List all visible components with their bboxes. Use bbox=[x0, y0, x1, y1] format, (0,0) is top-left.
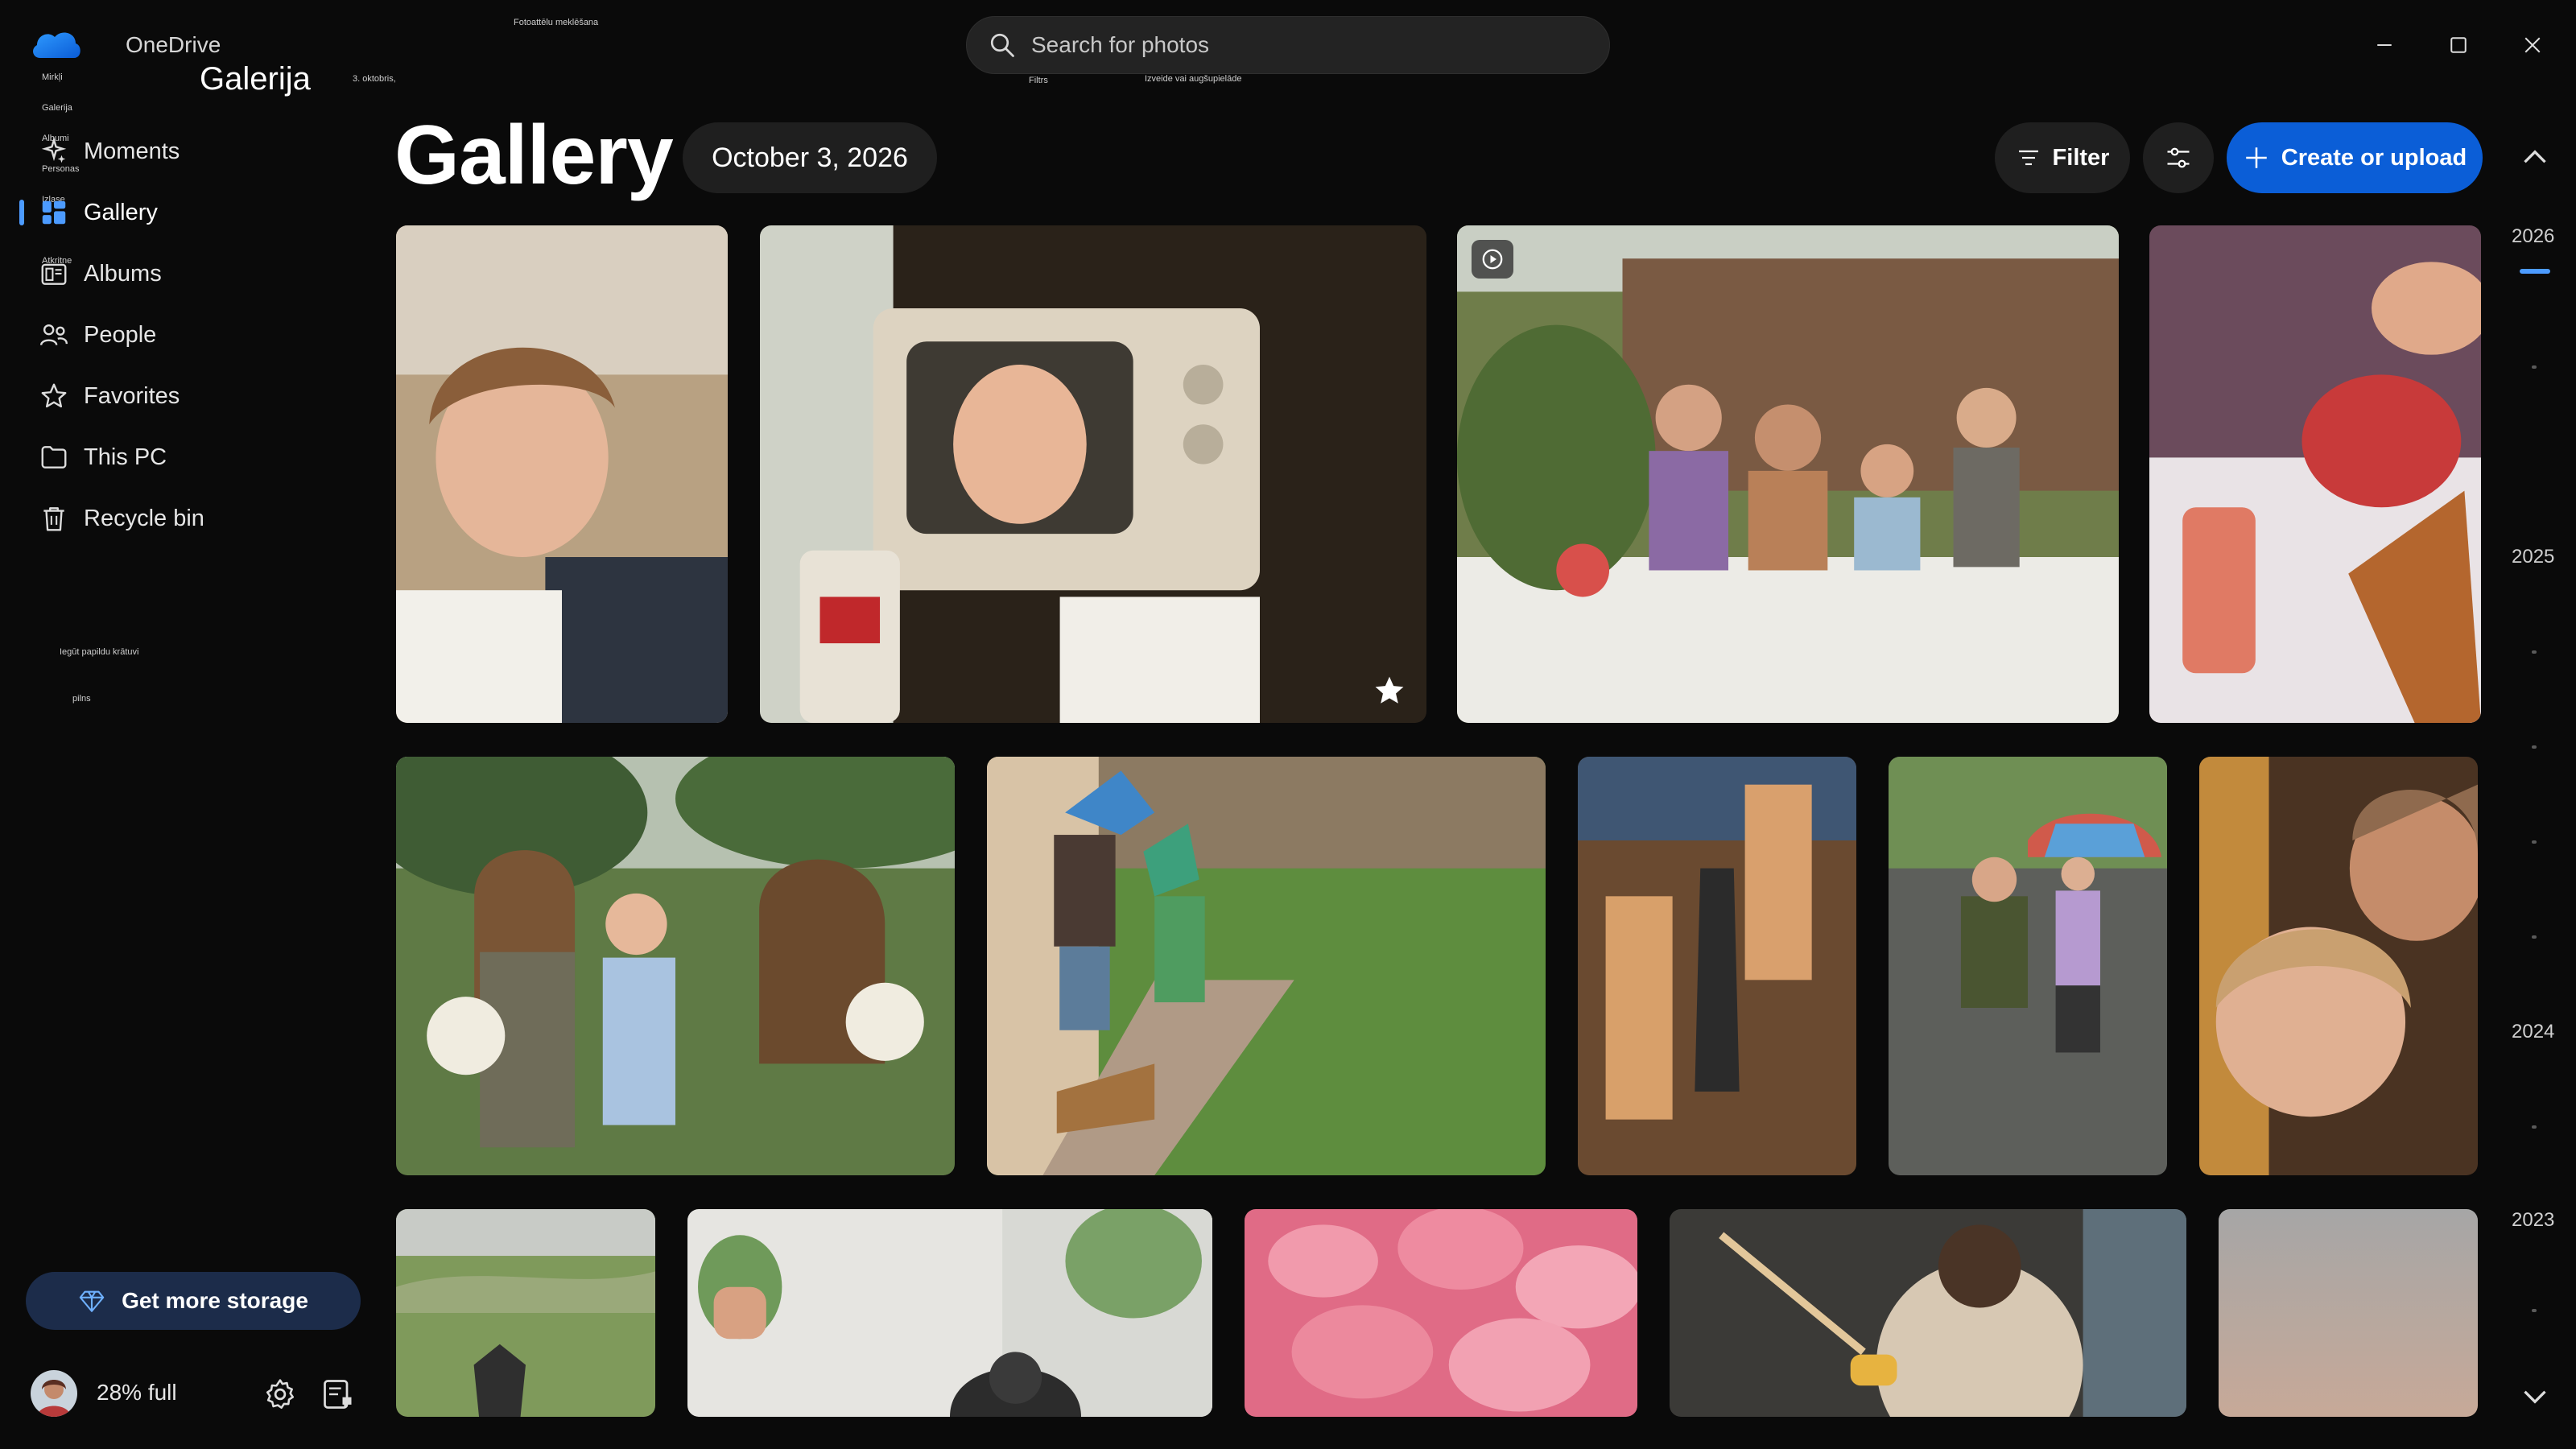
maximize-button[interactable] bbox=[2429, 19, 2487, 71]
timeline-year[interactable]: 2026 bbox=[2512, 225, 2554, 248]
storage-status: 28% full bbox=[97, 1380, 177, 1405]
filter-icon bbox=[2018, 150, 2038, 166]
settings-gear-icon[interactable] bbox=[262, 1377, 298, 1412]
play-icon bbox=[1482, 249, 1503, 270]
get-storage-translation: Iegūt papildu krātuvi bbox=[60, 647, 139, 657]
storage-button-label: Get more storage bbox=[122, 1288, 308, 1313]
photo-tile[interactable] bbox=[396, 225, 728, 723]
sidebar-item-label: People bbox=[84, 321, 157, 348]
sidebar-item-label: Albums bbox=[84, 260, 162, 287]
timeline-dot bbox=[2532, 365, 2537, 369]
page-title: Gallery bbox=[394, 109, 674, 202]
photo-tile[interactable] bbox=[2149, 225, 2481, 723]
minimize-button[interactable] bbox=[2355, 19, 2413, 71]
view-settings-button[interactable] bbox=[2143, 122, 2214, 193]
people-icon bbox=[39, 324, 68, 346]
full-translation: pilns bbox=[72, 694, 91, 704]
trash-icon bbox=[43, 507, 64, 531]
create-button-label: Create or upload bbox=[2281, 144, 2467, 171]
photo-tile[interactable] bbox=[687, 1209, 1212, 1417]
feedback-icon[interactable] bbox=[320, 1377, 356, 1412]
filter-button-label: Filter bbox=[2052, 144, 2110, 171]
sidebar-item-label: This PC bbox=[84, 444, 167, 470]
sidebar-item-gallery[interactable]: Gallery bbox=[19, 182, 357, 243]
photo-tile[interactable] bbox=[2199, 757, 2478, 1175]
timeline-dot bbox=[2532, 935, 2537, 939]
photo-tile[interactable] bbox=[1578, 757, 1856, 1175]
timeline-year[interactable]: 2023 bbox=[2512, 1209, 2554, 1232]
sidebar-item-label: Favorites bbox=[84, 382, 180, 409]
photo-tile[interactable] bbox=[1245, 1209, 1637, 1417]
photo-tile[interactable] bbox=[396, 1209, 655, 1417]
timeline-position-indicator[interactable] bbox=[2520, 269, 2550, 274]
timeline-dot bbox=[2532, 840, 2537, 844]
sidebar-item-favorites[interactable]: Favorites bbox=[19, 365, 357, 427]
photo-tile[interactable] bbox=[396, 757, 955, 1175]
diamond-icon bbox=[79, 1290, 105, 1312]
filter-button[interactable]: Filter bbox=[1995, 122, 2130, 193]
onedrive-logo-icon bbox=[29, 26, 82, 61]
close-button[interactable] bbox=[2504, 19, 2562, 71]
photo-tile[interactable] bbox=[1670, 1209, 2186, 1417]
photo-tile[interactable] bbox=[987, 757, 1546, 1175]
sidebar-nav: Moments Gallery Albums People Favorites … bbox=[19, 121, 357, 549]
moments-icon bbox=[41, 136, 67, 163]
search-icon bbox=[990, 33, 1014, 57]
chevron-up-icon[interactable] bbox=[2515, 137, 2555, 177]
photo-tile[interactable] bbox=[760, 225, 1426, 723]
chevron-down-icon[interactable] bbox=[2515, 1377, 2555, 1417]
app-name: OneDrive bbox=[126, 32, 221, 57]
folder-icon bbox=[41, 446, 67, 469]
sliders-icon bbox=[2167, 147, 2190, 168]
star-icon bbox=[41, 383, 67, 408]
timeline-dot bbox=[2532, 745, 2537, 749]
recent-translation: Mirkļi bbox=[42, 72, 63, 82]
date-chip[interactable]: October 3, 2026 bbox=[683, 122, 937, 193]
photo-tile[interactable] bbox=[2219, 1209, 2478, 1417]
create-hint-label: Izveide vai augšupielāde bbox=[1145, 74, 1242, 84]
photo-tile[interactable] bbox=[1889, 757, 2167, 1175]
timeline-year[interactable]: 2025 bbox=[2512, 546, 2554, 568]
gallery-icon bbox=[42, 200, 66, 225]
plus-icon bbox=[2246, 147, 2267, 168]
timeline-year[interactable]: 2024 bbox=[2512, 1021, 2554, 1043]
favorite-star-icon bbox=[1375, 676, 1404, 704]
minimize-icon bbox=[2377, 44, 2392, 46]
sidebar-item-people[interactable]: People bbox=[19, 304, 357, 365]
create-or-upload-button[interactable]: Create or upload bbox=[2227, 122, 2483, 193]
sidebar-item-this-pc[interactable]: This PC bbox=[19, 427, 357, 488]
search-box[interactable] bbox=[966, 16, 1610, 74]
sidebar-item-label: Moments bbox=[84, 138, 180, 164]
avatar[interactable] bbox=[31, 1370, 77, 1417]
sidebar-item-moments[interactable]: Moments bbox=[19, 121, 357, 182]
gallery-translation: Galerija bbox=[42, 103, 72, 113]
app-name-translation: Galerija bbox=[200, 61, 311, 97]
sidebar-item-albums[interactable]: Albums bbox=[19, 243, 357, 304]
timeline-dot bbox=[2532, 1309, 2537, 1312]
search-input[interactable] bbox=[1031, 32, 1579, 58]
selection-indicator bbox=[19, 200, 24, 225]
get-more-storage-button[interactable]: Get more storage bbox=[26, 1272, 361, 1330]
sidebar-item-recycle-bin[interactable]: Recycle bin bbox=[19, 488, 357, 549]
timeline-dot bbox=[2532, 650, 2537, 654]
sidebar-item-label: Recycle bin bbox=[84, 505, 204, 531]
filter-hint-label: Filtrs bbox=[1029, 76, 1048, 85]
video-badge bbox=[1472, 240, 1513, 279]
close-icon bbox=[2524, 37, 2541, 53]
maximize-icon bbox=[2450, 37, 2467, 53]
date-translation: 3. oktobris, bbox=[353, 74, 396, 84]
timeline-dot bbox=[2532, 1125, 2537, 1129]
albums-icon bbox=[41, 263, 67, 285]
photo-tile[interactable] bbox=[1457, 225, 2119, 723]
search-hint-label: Fotoattēlu meklēšana bbox=[514, 18, 599, 27]
sidebar-item-label: Gallery bbox=[84, 199, 158, 225]
